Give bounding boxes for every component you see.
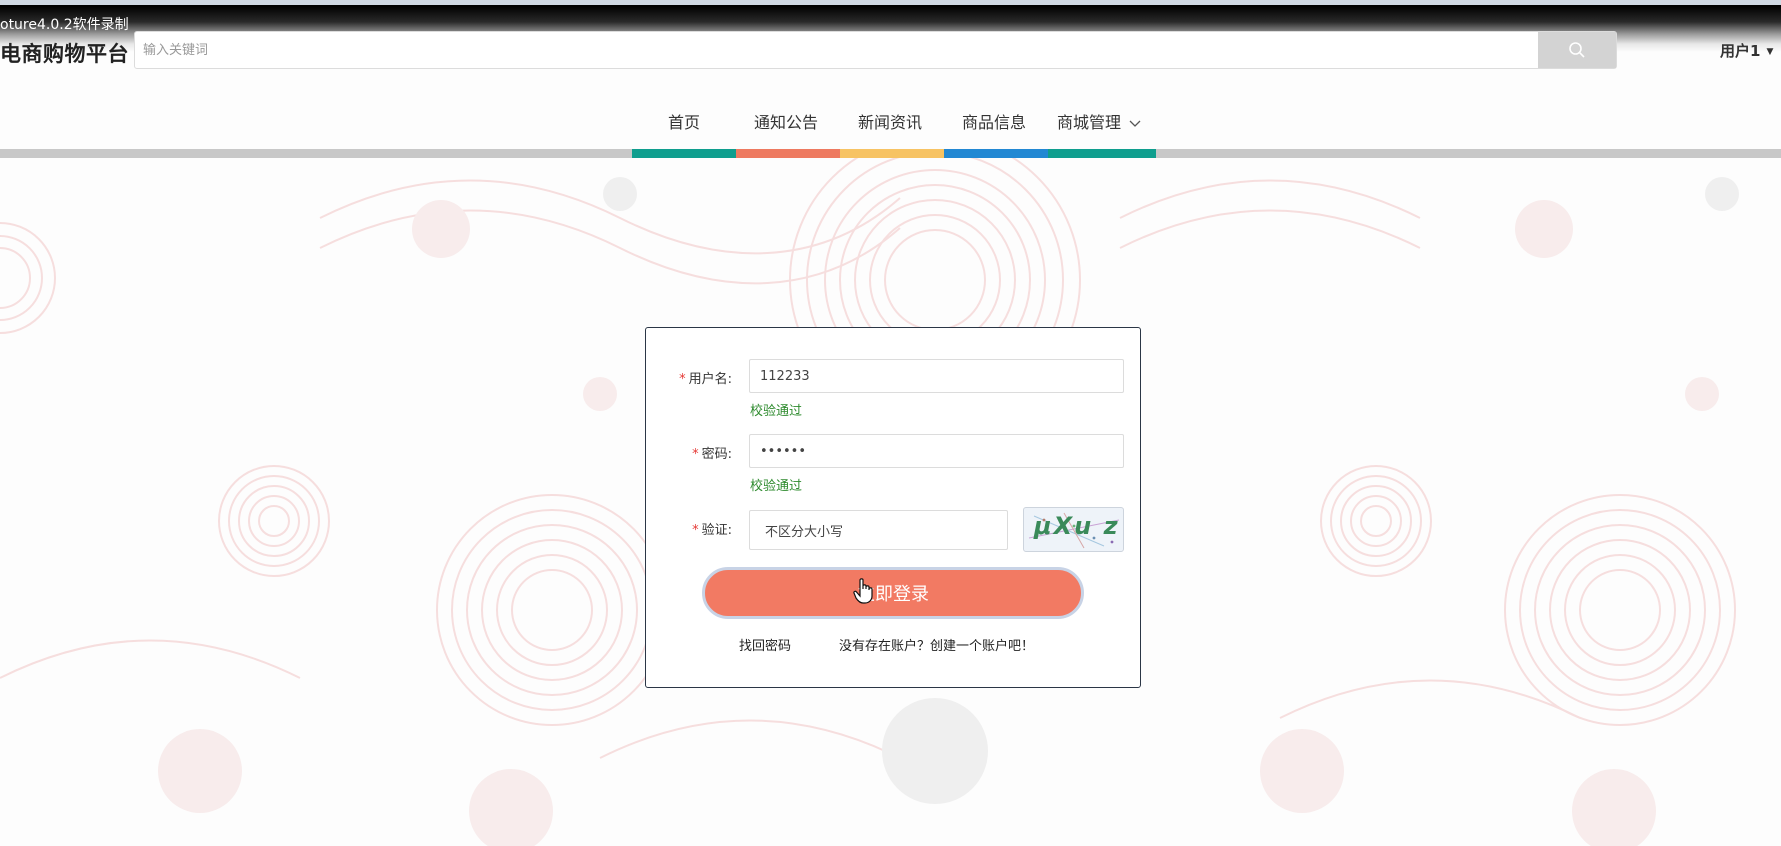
- caret-down-icon: ▼: [1766, 46, 1774, 57]
- nav-segment-mall: [1048, 149, 1156, 158]
- nav-segment-home: [632, 149, 736, 158]
- nav-segment-products: [944, 149, 1048, 158]
- nav-segment-notice: [736, 149, 840, 158]
- browser-tab-strip: [0, 0, 1781, 5]
- hand-cursor-icon: [853, 578, 873, 604]
- username-field[interactable]: [749, 359, 1124, 393]
- password-validation-hint: 校验通过: [750, 479, 803, 494]
- forgot-password-link[interactable]: 找回密码: [739, 635, 791, 654]
- login-button[interactable]: 立即登录: [702, 567, 1084, 619]
- username-validation-hint: 校验通过: [750, 404, 803, 419]
- nav-item-label: 商城管理: [1057, 113, 1122, 132]
- search-input[interactable]: [135, 32, 1540, 68]
- captcha-field[interactable]: [749, 510, 1008, 550]
- search-box: [134, 31, 1617, 69]
- search-button[interactable]: [1538, 32, 1616, 68]
- captcha-image[interactable]: μXu z: [1023, 507, 1124, 552]
- nav-item-mall-management[interactable]: 商城管理: [1057, 109, 1147, 133]
- register-link[interactable]: 没有存在账户？创建一个账户吧！: [839, 635, 1034, 654]
- password-field[interactable]: [749, 434, 1124, 468]
- chevron-down-icon: [1129, 120, 1141, 127]
- main-nav: 首页 通知公告 新闻资讯 商品信息 商城管理: [0, 95, 1781, 145]
- search-icon: [1569, 42, 1585, 58]
- login-form: *用户名: 校验通过 *密码: 校验通过 *验证: μXu z 立即登录 找回密…: [645, 327, 1141, 688]
- nav-segment-news: [840, 149, 944, 158]
- user-name: 用户1: [1720, 42, 1761, 60]
- captcha-label: * 验证:: [692, 523, 732, 538]
- site-brand[interactable]: 电商购物平台: [0, 38, 129, 68]
- nav-item-news[interactable]: 新闻资讯: [855, 109, 925, 133]
- password-label: * 密码:: [692, 447, 732, 462]
- recorder-watermark: oture4.0.2软件录制: [0, 17, 129, 33]
- header-bar: oture4.0.2软件录制 电商购物平台 用户1 ▼: [0, 0, 1781, 75]
- user-menu[interactable]: 用户1 ▼: [1720, 40, 1773, 61]
- username-label: * 用户名:: [679, 372, 732, 387]
- nav-item-products[interactable]: 商品信息: [959, 109, 1029, 133]
- nav-item-home[interactable]: 首页: [649, 109, 719, 133]
- nav-item-notice[interactable]: 通知公告: [751, 109, 821, 133]
- captcha-text: μXu z: [1034, 512, 1120, 540]
- nav-color-bar: [0, 149, 1781, 158]
